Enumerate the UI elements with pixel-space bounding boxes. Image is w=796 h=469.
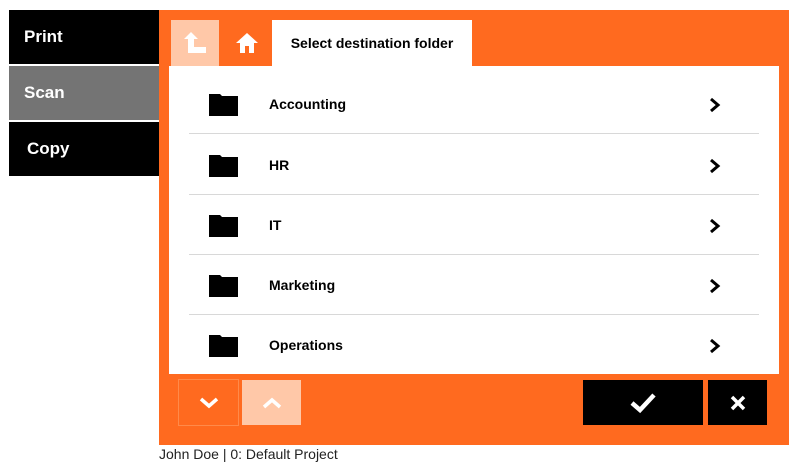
home-icon xyxy=(236,33,258,53)
chevron-right-icon xyxy=(710,218,721,234)
nav-copy[interactable]: Copy xyxy=(9,122,159,176)
folder-label: Accounting xyxy=(269,95,346,112)
parent-folder-button[interactable] xyxy=(171,20,219,66)
folder-label: Marketing xyxy=(269,276,336,293)
folder-label: IT xyxy=(269,216,282,233)
folder-icon xyxy=(209,275,238,297)
folder-row-it[interactable]: IT xyxy=(189,195,759,255)
folder-row-accounting[interactable]: Accounting xyxy=(189,74,759,134)
confirm-button[interactable] xyxy=(583,380,703,425)
scroll-down-button[interactable] xyxy=(178,379,239,426)
scroll-up-button[interactable] xyxy=(242,380,301,425)
folder-up-icon xyxy=(184,32,206,53)
folder-icon xyxy=(209,215,238,237)
folder-row-hr[interactable]: HR xyxy=(189,135,759,195)
nav-scan[interactable]: Scan xyxy=(9,66,159,120)
dialog-title-text: Select destination folder xyxy=(290,35,454,51)
folder-label: Operations xyxy=(269,337,343,353)
folder-row-operations[interactable]: Operations xyxy=(189,315,759,375)
chevron-right-icon xyxy=(710,278,721,294)
home-folder-button[interactable] xyxy=(223,20,271,66)
nav-scan-label: Scan xyxy=(24,83,65,102)
folder-icon xyxy=(209,335,238,357)
status-bar: John Doe | 0: Default Project xyxy=(159,446,338,462)
folder-list: Accounting HR IT Marketing Operations xyxy=(169,66,779,374)
dialog-title: Select destination folder xyxy=(272,20,472,66)
folder-row-marketing[interactable]: Marketing xyxy=(189,255,759,315)
cancel-button[interactable] xyxy=(708,380,767,425)
chevron-right-icon xyxy=(710,338,721,354)
nav-print[interactable]: Print xyxy=(9,10,159,64)
folder-label: HR xyxy=(269,156,290,173)
folder-icon xyxy=(209,155,238,177)
folder-icon xyxy=(209,94,238,116)
nav-print-label: Print xyxy=(24,27,63,46)
status-text: John Doe | 0: Default Project xyxy=(159,446,338,462)
nav-copy-label: Copy xyxy=(27,139,70,158)
chevron-up-icon xyxy=(262,397,281,408)
close-icon xyxy=(730,395,745,410)
folder-dialog: Select destination folder Accounting HR … xyxy=(159,10,789,445)
chevron-down-icon xyxy=(199,397,218,408)
checkmark-icon xyxy=(630,392,656,413)
chevron-right-icon xyxy=(710,158,721,174)
chevron-right-icon xyxy=(710,97,721,113)
